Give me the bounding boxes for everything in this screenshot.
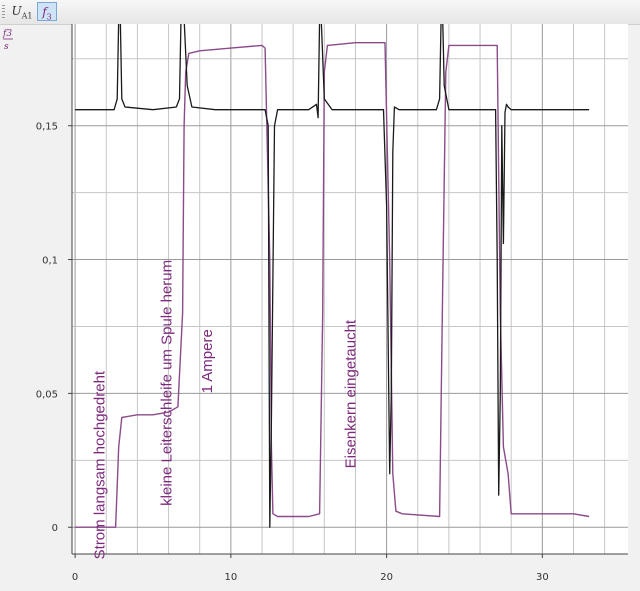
y-unit-numerator: f3 bbox=[2, 29, 12, 39]
series-button-ua1-base: U bbox=[11, 4, 22, 18]
y-tick-label: 0,05 bbox=[36, 389, 58, 400]
annotation-label: Eisenkern eingetaucht bbox=[342, 319, 359, 468]
y-tick-label: 0 bbox=[52, 523, 58, 534]
y-tick-label: 0,1 bbox=[42, 256, 58, 267]
chart[interactable]: 0 0,05 0,1 0,15 0 10 20 30 Strom langsam hochge… bbox=[0, 24, 640, 591]
x-tick-label: 0 bbox=[72, 572, 78, 583]
x-tick-label: 30 bbox=[536, 572, 549, 583]
y-tick-label: 0,15 bbox=[36, 122, 58, 133]
series-button-f3[interactable]: f3 bbox=[37, 2, 57, 21]
annotation-label: 1 Ampere bbox=[199, 329, 216, 393]
y-unit-denominator: s bbox=[4, 42, 9, 52]
series-button-f3-sub: 3 bbox=[46, 12, 52, 22]
series-button-ua1-sub: A1 bbox=[21, 11, 33, 21]
plot-background[interactable] bbox=[72, 24, 628, 554]
toolbar-grip-icon[interactable] bbox=[2, 5, 5, 19]
y-unit-label: f3 s bbox=[2, 29, 13, 52]
x-tick-label: 20 bbox=[380, 572, 393, 583]
x-tick-label: 10 bbox=[224, 572, 237, 583]
plot-area[interactable] bbox=[72, 24, 628, 554]
series-button-ua1[interactable]: UA1 bbox=[8, 2, 36, 21]
annotation-label: kleine Leiterschleife um Spule herum bbox=[159, 260, 176, 506]
chart-toolbar: UA1 f3 bbox=[0, 0, 640, 25]
annotation-label: Strom langsam hochgedreht bbox=[92, 370, 109, 559]
